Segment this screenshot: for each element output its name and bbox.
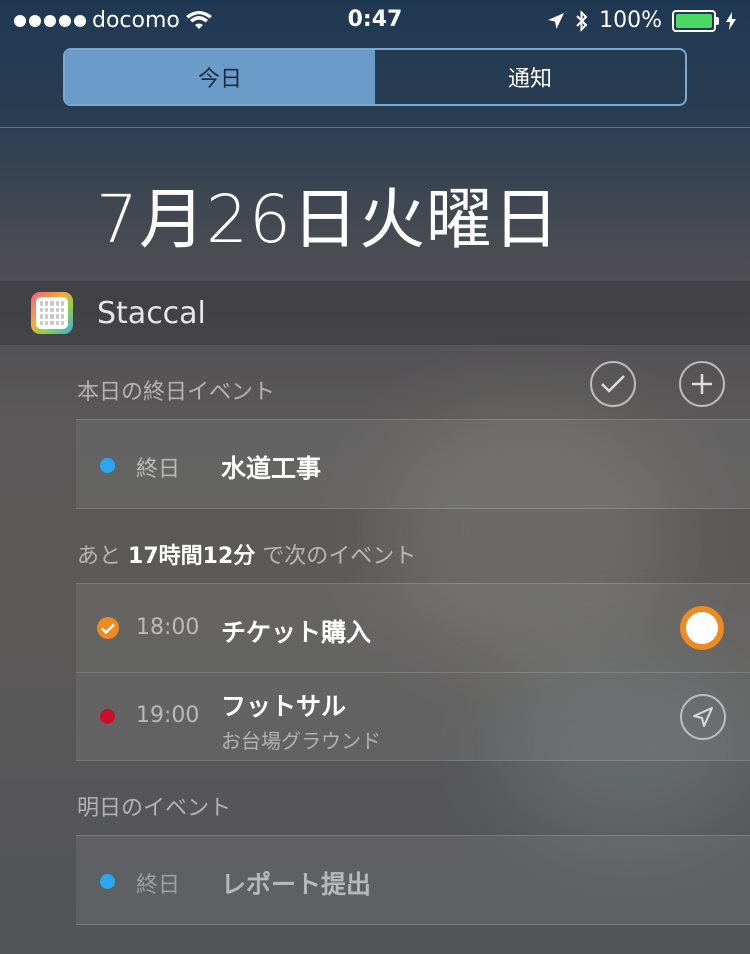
event-location: お台場グラウンド (221, 729, 381, 753)
tab-today[interactable]: 今日 (65, 50, 375, 104)
battery-icon (672, 9, 719, 32)
add-event-button[interactable] (679, 361, 725, 407)
divider (0, 127, 750, 128)
countdown-prefix: あと (77, 544, 122, 569)
charging-bolt-icon (726, 11, 736, 30)
navigate-icon (693, 707, 713, 727)
event-time: 18:00 (136, 615, 200, 640)
event-time: 終日 (136, 457, 181, 482)
event-row[interactable]: 19:00 フットサル お台場グラウンド (76, 673, 750, 760)
event-row[interactable]: 18:00 チケット購入 (76, 584, 750, 672)
event-row[interactable]: 終日 水道工事 (76, 420, 750, 508)
staccal-app-icon (31, 292, 73, 334)
calendar-dot-icon (100, 709, 115, 724)
event-title: フットサル (221, 692, 347, 721)
location-arrow-icon (548, 12, 565, 29)
plus-icon (692, 374, 712, 394)
date-heading: 7月26日火曜日 (96, 181, 560, 258)
next-event-section-label: あと 17時間12分 で次のイベント (77, 538, 416, 570)
widget-app-name: Staccal (97, 295, 206, 331)
event-row[interactable]: 終日 レポート提出 (76, 836, 750, 924)
widget-header[interactable]: Staccal (0, 281, 750, 345)
checkmark-icon (601, 375, 625, 393)
event-title: 水道工事 (221, 454, 322, 483)
countdown-suffix: で次のイベント (262, 544, 417, 569)
completed-check-icon (97, 617, 119, 639)
today-notifications-segmented-control: 今日 通知 (63, 48, 687, 106)
divider (76, 508, 750, 509)
divider (76, 924, 750, 925)
event-time: 19:00 (136, 703, 200, 728)
calendar-dot-icon (100, 458, 115, 473)
all-day-section-label: 本日の終日イベント (77, 380, 276, 405)
status-right: 100% (547, 8, 736, 33)
countdown-value: 17時間12分 (128, 544, 256, 569)
complete-button[interactable] (590, 361, 636, 407)
bluetooth-icon (576, 9, 588, 32)
tomorrow-section-label: 明日のイベント (77, 796, 232, 821)
battery-percent: 100% (599, 8, 662, 33)
event-time: 終日 (136, 873, 181, 898)
timer-toggle-button[interactable] (680, 606, 724, 650)
calendar-dot-icon (100, 874, 115, 889)
navigate-button[interactable] (680, 694, 726, 740)
divider (76, 760, 750, 761)
status-bar: docomo 0:47 100% (0, 0, 750, 40)
event-title: レポート提出 (221, 870, 372, 899)
event-title: チケット購入 (221, 618, 372, 647)
tab-notifications[interactable]: 通知 (375, 50, 685, 104)
